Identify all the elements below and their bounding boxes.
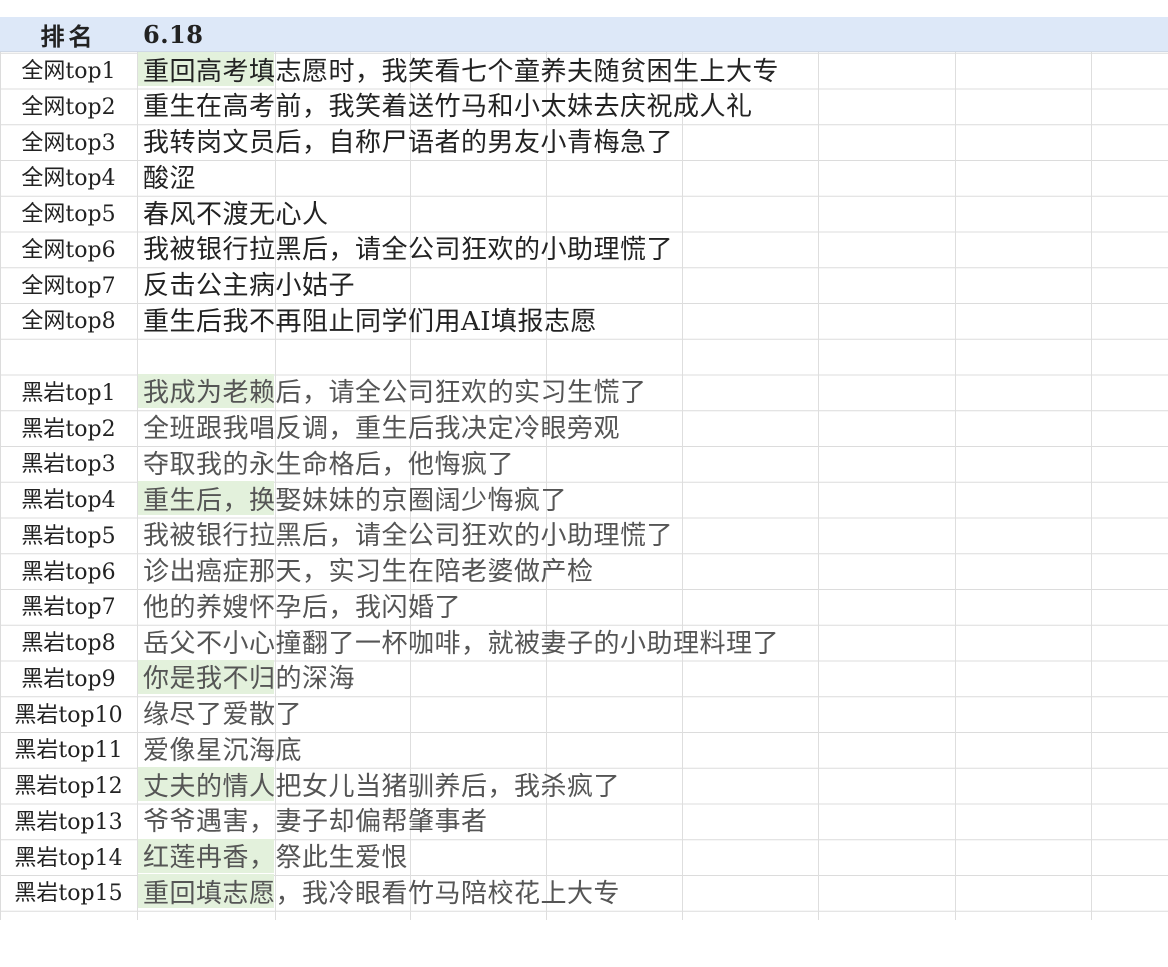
rank-cell[interactable]: 黑岩top9 (0, 659, 137, 695)
rank-cell[interactable]: 黑岩top5 (0, 516, 137, 552)
title-cell[interactable]: 你是我不归的深海 (143, 659, 355, 695)
table-row: 黑岩top13 爷爷遇害，妻子却偏帮肇事者 (0, 802, 1168, 838)
rank-cell[interactable]: 全网top3 (0, 123, 137, 159)
rank-cell[interactable]: 全网top7 (0, 266, 137, 302)
spreadsheet-grid[interactable]: 排名 6.18 全网top1 重回高考填志愿时，我笑看七个童养夫随贫困生上大专 全网… (0, 17, 1168, 920)
title-cell[interactable]: 我被银行拉黑后，请全公司狂欢的小助理慌了 (143, 230, 673, 266)
title-cell[interactable]: 重生后，换娶妹妹的京圈阔少悔疯了 (143, 480, 567, 516)
header-date-cell[interactable]: 6.18 (143, 17, 203, 51)
table-row: 黑岩top5 我被银行拉黑后，请全公司狂欢的小助理慌了 (0, 516, 1168, 552)
rank-cell[interactable]: 黑岩top14 (0, 838, 137, 874)
table-row: 黑岩top12 丈夫的情人把女儿当猪驯养后，我杀疯了 (0, 766, 1168, 802)
table-row: 黑岩top8 岳父不小心撞翻了一杯咖啡，就被妻子的小助理料理了 (0, 623, 1168, 659)
rank-cell[interactable]: 全网top1 (0, 51, 137, 87)
table-row: 黑岩top15 重回填志愿，我冷眼看竹马陪校花上大专 (0, 873, 1168, 909)
rank-cell[interactable]: 黑岩top3 (0, 444, 137, 480)
table-row: 黑岩top4 重生后，换娶妹妹的京圈阔少悔疯了 (0, 480, 1168, 516)
rank-cell[interactable]: 黑岩top12 (0, 766, 137, 802)
rank-cell[interactable]: 黑岩top11 (0, 730, 137, 766)
table-row: 全网top8 重生后我不再阻止同学们用AI填报志愿 (0, 301, 1168, 337)
title-cell[interactable]: 重回填志愿，我冷眼看竹马陪校花上大专 (143, 873, 620, 909)
title-cell[interactable]: 全班跟我唱反调，重生后我决定冷眼旁观 (143, 409, 620, 445)
title-cell[interactable]: 我转岗文员后，自称尸语者的男友小青梅急了 (143, 123, 673, 159)
rank-cell[interactable]: 黑岩top2 (0, 409, 137, 445)
table-row: 全网top1 重回高考填志愿时，我笑看七个童养夫随贫困生上大专 (0, 51, 1168, 87)
rank-cell[interactable]: 黑岩top4 (0, 480, 137, 516)
rank-cell[interactable]: 黑岩top1 (0, 373, 137, 409)
table-row: 黑岩top3 夺取我的永生命格后，他悔疯了 (0, 444, 1168, 480)
rank-cell[interactable]: 全网top8 (0, 301, 137, 337)
title-cell[interactable]: 酸涩 (143, 158, 196, 194)
header-row: 排名 6.18 (0, 17, 1168, 52)
rank-cell[interactable]: 黑岩top13 (0, 802, 137, 838)
title-cell[interactable]: 我成为老赖后，请全公司狂欢的实习生慌了 (143, 373, 647, 409)
table-row: 黑岩top10 缘尽了爱散了 (0, 695, 1168, 731)
title-cell[interactable]: 缘尽了爱散了 (143, 695, 302, 731)
table-row: 黑岩top6 诊出癌症那天，实习生在陪老婆做产检 (0, 552, 1168, 588)
title-cell[interactable]: 我被银行拉黑后，请全公司狂欢的小助理慌了 (143, 516, 673, 552)
header-rank-cell[interactable]: 排名 (0, 17, 137, 51)
rank-cell[interactable]: 全网top2 (0, 87, 137, 123)
table-row: 黑岩top11 爱像星沉海底 (0, 730, 1168, 766)
title-cell[interactable]: 岳父不小心撞翻了一杯咖啡，就被妻子的小助理料理了 (143, 623, 779, 659)
title-cell[interactable]: 重生后我不再阻止同学们用AI填报志愿 (143, 301, 597, 337)
title-cell[interactable]: 他的养嫂怀孕后，我闪婚了 (143, 587, 461, 623)
title-cell[interactable]: 爱像星沉海底 (143, 730, 302, 766)
table-row: 全网top6 我被银行拉黑后，请全公司狂欢的小助理慌了 (0, 230, 1168, 266)
title-cell[interactable]: 丈夫的情人把女儿当猪驯养后，我杀疯了 (143, 766, 620, 802)
rank-cell[interactable]: 黑岩top6 (0, 552, 137, 588)
rank-cell[interactable]: 黑岩top15 (0, 873, 137, 909)
table-row: 黑岩top1 我成为老赖后，请全公司狂欢的实习生慌了 (0, 373, 1168, 409)
title-cell[interactable]: 反击公主病小姑子 (143, 266, 355, 302)
title-cell[interactable]: 重回高考填志愿时，我笑看七个童养夫随贫困生上大专 (143, 51, 779, 87)
rank-cell[interactable]: 黑岩top8 (0, 623, 137, 659)
table-row: 黑岩top7 他的养嫂怀孕后，我闪婚了 (0, 587, 1168, 623)
title-cell[interactable]: 春风不渡无心人 (143, 194, 329, 230)
title-cell[interactable]: 重生在高考前，我笑着送竹马和小太妹去庆祝成人礼 (143, 87, 753, 123)
title-cell[interactable]: 夺取我的永生命格后，他悔疯了 (143, 444, 514, 480)
title-cell[interactable]: 爷爷遇害，妻子却偏帮肇事者 (143, 802, 488, 838)
rank-cell[interactable]: 黑岩top10 (0, 695, 137, 731)
table-row: 黑岩top2 全班跟我唱反调，重生后我决定冷眼旁观 (0, 409, 1168, 445)
table-row: 全网top4 酸涩 (0, 158, 1168, 194)
table-row: 黑岩top9 你是我不归的深海 (0, 659, 1168, 695)
rank-cell[interactable]: 全网top6 (0, 230, 137, 266)
title-cell[interactable]: 红莲冉香，祭此生爱恨 (143, 838, 408, 874)
table-row: 全网top2 重生在高考前，我笑着送竹马和小太妹去庆祝成人礼 (0, 87, 1168, 123)
title-cell[interactable]: 诊出癌症那天，实习生在陪老婆做产检 (143, 552, 594, 588)
rank-cell[interactable]: 黑岩top7 (0, 587, 137, 623)
table-row: 全网top3 我转岗文员后，自称尸语者的男友小青梅急了 (0, 123, 1168, 159)
rank-cell[interactable]: 全网top5 (0, 194, 137, 230)
table-row: 黑岩top14 红莲冉香，祭此生爱恨 (0, 838, 1168, 874)
rank-cell[interactable]: 全网top4 (0, 158, 137, 194)
table-row: 全网top7 反击公主病小姑子 (0, 266, 1168, 302)
table-row: 全网top5 春风不渡无心人 (0, 194, 1168, 230)
